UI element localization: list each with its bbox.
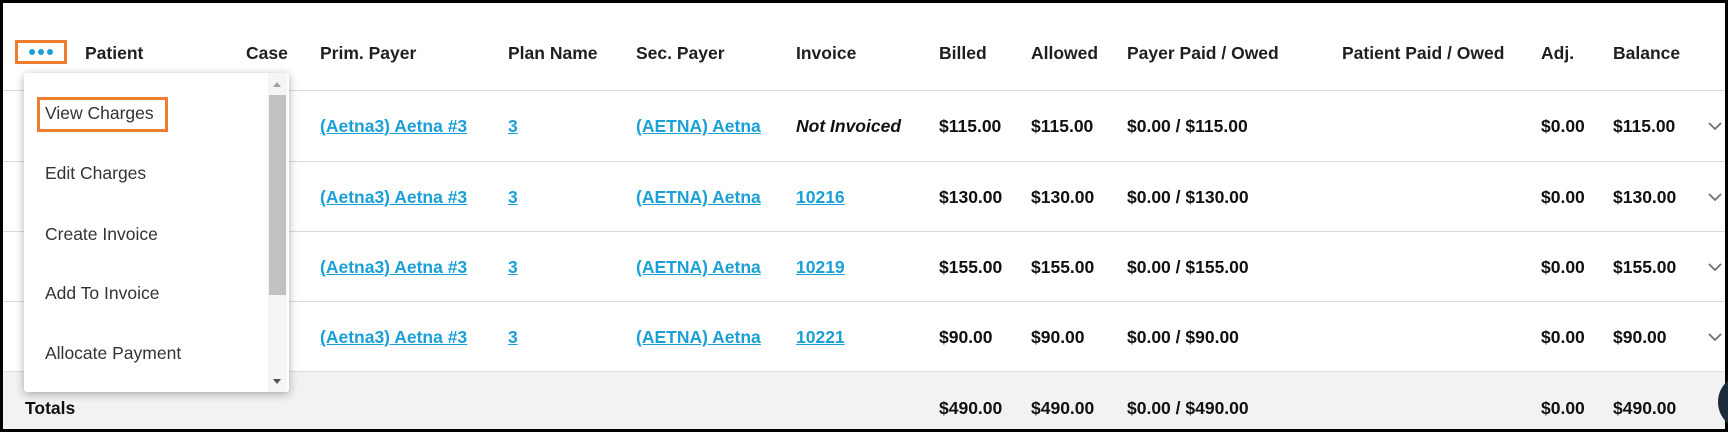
more-options-icon [47,49,53,55]
adj-amount: $0.00 [1541,116,1585,136]
header-billed[interactable]: Billed [939,42,987,64]
prim-payer-link[interactable]: (Aetna3) Aetna #3 [320,256,467,278]
menu-item-allocate-payment[interactable]: Allocate Payment [24,324,268,382]
totals-allowed: $490.00 [1031,398,1095,418]
header-allowed[interactable]: Allowed [1031,42,1098,64]
header-adj[interactable]: Adj. [1541,42,1574,64]
totals-payer-paid-owed: $0.00 / $490.00 [1127,398,1249,418]
invoice-link[interactable]: 10216 [796,186,845,208]
totals-label: Totals [25,398,76,418]
sec-payer-link[interactable]: (AETNA) Aetna [636,115,761,137]
balance-amount: $130.00 [1613,187,1677,207]
plan-name-link[interactable]: 3 [508,256,518,278]
header-payer-paid-owed[interactable]: Payer Paid / Owed [1127,42,1279,64]
plan-name-link[interactable]: 3 [508,186,518,208]
scroll-down-arrow-icon[interactable] [273,379,281,384]
payer-paid-owed: $0.00 / $155.00 [1127,257,1249,277]
chevron-down-icon[interactable] [1707,192,1723,202]
payer-paid-owed: $0.00 / $90.00 [1127,327,1239,347]
balance-amount: $155.00 [1613,257,1677,277]
header-plan-name[interactable]: Plan Name [508,42,597,64]
chevron-down-icon[interactable] [1707,332,1723,342]
invoice-link[interactable]: 10221 [796,326,845,348]
balance-amount: $115.00 [1613,116,1676,136]
totals-billed: $490.00 [939,398,1003,418]
scroll-up-arrow-icon[interactable] [273,82,281,87]
more-actions-button[interactable] [15,40,67,64]
invoice-link[interactable]: 10219 [796,256,845,278]
chevron-down-icon[interactable] [1707,262,1723,272]
menu-item-create-invoice[interactable]: Create Invoice [24,205,268,263]
billed-amount: $90.00 [939,327,993,347]
sec-payer-link[interactable]: (AETNA) Aetna [636,326,761,348]
header-patient-paid-owed[interactable]: Patient Paid / Owed [1342,42,1504,64]
adj-amount: $0.00 [1541,327,1585,347]
prim-payer-link[interactable]: (Aetna3) Aetna #3 [320,115,467,137]
menu-scrollbar-thumb[interactable] [269,95,286,295]
menu-item-add-to-invoice[interactable]: Add To Invoice [24,264,268,322]
chevron-down-icon[interactable] [1707,121,1723,131]
header-case[interactable]: Case [246,42,288,64]
billed-amount: $155.00 [939,257,1003,277]
sec-payer-link[interactable]: (AETNA) Aetna [636,256,761,278]
invoice-status: Not Invoiced [796,116,902,136]
charges-table-panel: Patient Case Prim. Payer Plan Name Sec. … [0,0,1728,434]
header-balance[interactable]: Balance [1613,42,1680,64]
balance-amount: $90.00 [1613,327,1667,347]
more-options-icon [38,49,44,55]
plan-name-link[interactable]: 3 [508,326,518,348]
menu-item-view-charges[interactable]: View Charges [24,84,268,142]
totals-balance: $490.00 [1613,398,1677,418]
prim-payer-link[interactable]: (Aetna3) Aetna #3 [320,186,467,208]
payer-paid-owed: $0.00 / $130.00 [1127,187,1249,207]
allowed-amount: $130.00 [1031,187,1095,207]
allowed-amount: $115.00 [1031,116,1094,136]
adj-amount: $0.00 [1541,257,1585,277]
header-sec-payer[interactable]: Sec. Payer [636,42,725,64]
payer-paid-owed: $0.00 / $115.00 [1127,116,1248,136]
adj-amount: $0.00 [1541,187,1585,207]
totals-adj: $0.00 [1541,398,1585,418]
plan-name-link[interactable]: 3 [508,115,518,137]
billed-amount: $115.00 [939,116,1002,136]
billed-amount: $130.00 [939,187,1003,207]
prim-payer-link[interactable]: (Aetna3) Aetna #3 [320,326,467,348]
allowed-amount: $90.00 [1031,327,1085,347]
actions-dropdown-menu: View Charges Edit Charges Create Invoice… [24,73,289,392]
more-options-icon [29,49,35,55]
header-invoice[interactable]: Invoice [796,42,856,64]
header-prim-payer[interactable]: Prim. Payer [320,42,416,64]
header-patient[interactable]: Patient [85,42,143,64]
allowed-amount: $155.00 [1031,257,1095,277]
menu-item-edit-charges[interactable]: Edit Charges [24,144,268,202]
sec-payer-link[interactable]: (AETNA) Aetna [636,186,761,208]
